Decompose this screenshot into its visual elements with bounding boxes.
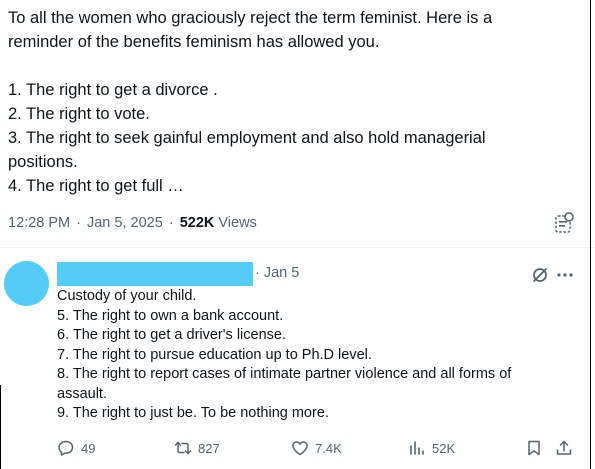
bookmark-icon: [528, 440, 540, 456]
redacted-username: [57, 262, 253, 286]
like-button[interactable]: 7.4K: [291, 438, 342, 458]
tweet-text-line: 4. The right to get full …: [8, 177, 184, 195]
section-divider: [0, 247, 595, 248]
views-icon: [410, 441, 424, 455]
tweet-text-line: 3. The right to seek gainful employment …: [8, 129, 486, 147]
reply-text: Custody of your child. 5. The right to o…: [57, 287, 587, 424]
reply-text-line: 9. The right to just be. To be nothing m…: [57, 405, 329, 421]
frame-border-right: [590, 0, 591, 469]
like-icon: [292, 441, 308, 456]
meta-separator: ·: [76, 215, 81, 231]
like-count: 7.4K: [315, 440, 342, 456]
tweet-date[interactable]: Jan 5, 2025: [87, 215, 163, 231]
reply-button[interactable]: 49: [57, 438, 95, 458]
tweet-text: To all the women who graciously reject t…: [8, 6, 583, 198]
reply-text-line: Custody of your child.: [57, 288, 197, 304]
share-button[interactable]: [555, 438, 579, 458]
meta-separator: ·: [168, 215, 174, 231]
tweet-views-label: Views: [218, 215, 257, 231]
reply-count: 49: [81, 440, 96, 456]
reply-text-line: 8. The right to report cases of intimate…: [57, 366, 512, 382]
frame-border-left: [0, 385, 1, 469]
more-icon[interactable]: [556, 266, 574, 284]
tweet-text-line: 2. The right to vote.: [8, 105, 150, 123]
tweet-time[interactable]: 12:28 PM: [8, 215, 70, 231]
tweet-text-line: To all the women who graciously reject t…: [8, 9, 493, 27]
avatar[interactable]: [4, 261, 49, 306]
reply-date[interactable]: · Jan 5: [255, 265, 299, 281]
reply-text-line: assault.: [57, 385, 107, 402]
grok-reply-icon[interactable]: [531, 266, 549, 284]
tweet-text-line: reminder of the benefits feminism has al…: [8, 33, 380, 51]
tweet-text-line: 1. The right to get a divorce .: [8, 81, 218, 99]
reply-text-line: 5. The right to own a bank account.: [57, 307, 284, 324]
reply-icon: [58, 440, 74, 456]
tweet-text-line: positions.: [8, 153, 78, 171]
grok-icon[interactable]: [554, 212, 574, 234]
repost-icon: [174, 441, 192, 455]
repost-button[interactable]: 827: [174, 438, 220, 458]
repost-count: 827: [198, 440, 220, 456]
reply-text-line: 6. The right to get a driver's license.: [57, 327, 286, 343]
bookmark-button[interactable]: [525, 438, 549, 458]
share-icon: [556, 440, 572, 455]
tweet-views-count: 522K: [179, 215, 215, 231]
reply-text-line: 7. The right to pursue education up to P…: [57, 346, 372, 363]
tweet-meta: 12:28 PM · Jan 5, 2025 · 522K Views: [8, 215, 257, 231]
views-button[interactable]: 52K: [408, 438, 455, 458]
views-count: 52K: [432, 440, 456, 456]
